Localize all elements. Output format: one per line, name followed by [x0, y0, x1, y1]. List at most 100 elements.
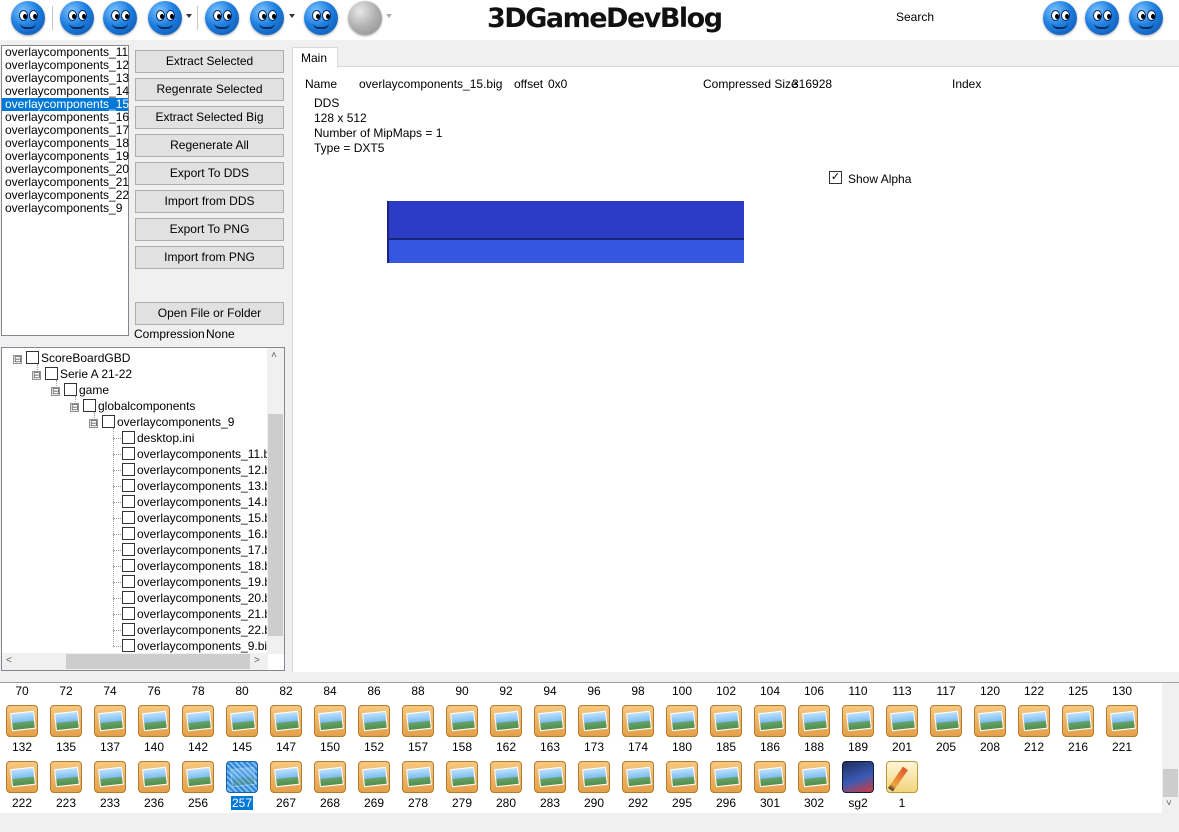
tree-checkbox[interactable]	[122, 431, 135, 444]
thumbnail-label[interactable]: 295	[660, 796, 704, 810]
tree-node-file[interactable]: overlaycomponents_15.big	[122, 510, 280, 526]
regenerate-all-button[interactable]: Regenerate All	[135, 134, 284, 157]
thumbnail-label[interactable]: 113	[880, 684, 924, 698]
tree-node-file[interactable]: overlaycomponents_12.big	[122, 462, 280, 478]
thumbnail-label[interactable]: 72	[44, 684, 88, 698]
image-file-icon[interactable]	[402, 705, 434, 737]
angry-smiley-icon[interactable]	[304, 1, 338, 35]
thumbnail-label[interactable]: 292	[616, 796, 660, 810]
collapse-icon[interactable]: ⊟	[70, 403, 79, 412]
image-file-icon[interactable]	[446, 705, 478, 737]
thumbnail-label[interactable]: 120	[968, 684, 1012, 698]
tree-node-file[interactable]: overlaycomponents_11.big	[122, 446, 280, 462]
tree-checkbox[interactable]	[122, 511, 135, 524]
image-file-icon[interactable]	[270, 705, 302, 737]
thumbnail-label[interactable]: 174	[616, 740, 660, 754]
scrollbar-thumb[interactable]	[1163, 769, 1178, 797]
thumbnail-label[interactable]: 189	[836, 740, 880, 754]
scrollbar-thumb[interactable]	[66, 654, 250, 669]
image-file-icon[interactable]	[842, 705, 874, 737]
thumbnail-label[interactable]: 256	[176, 796, 220, 810]
thumbnail-label[interactable]: 130	[1100, 684, 1144, 698]
image-file-icon[interactable]	[1062, 705, 1094, 737]
image-file-icon[interactable]	[798, 705, 830, 737]
image-file-icon[interactable]	[754, 705, 786, 737]
image-file-icon[interactable]	[578, 705, 610, 737]
thumbnail-label[interactable]: 102	[704, 684, 748, 698]
thumbnail-label[interactable]: 279	[440, 796, 484, 810]
tree-checkbox[interactable]	[122, 479, 135, 492]
thumbnail-label[interactable]: 283	[528, 796, 572, 810]
chevron-down-icon[interactable]: ˅	[1166, 798, 1172, 810]
thumbnail-label[interactable]: 205	[924, 740, 968, 754]
thumbnail-label[interactable]: 221	[1100, 740, 1144, 754]
image-file-icon[interactable]	[358, 705, 390, 737]
tree-node-file[interactable]: overlaycomponents_14.big	[122, 494, 280, 510]
thumbnail-label[interactable]: 84	[308, 684, 352, 698]
tree-checkbox[interactable]	[122, 639, 135, 652]
thumbnail-label[interactable]: 122	[1012, 684, 1056, 698]
thumbnail-label[interactable]: 296	[704, 796, 748, 810]
thumbnail-label[interactable]: 125	[1056, 684, 1100, 698]
tree-node-file[interactable]: overlaycomponents_20.big	[122, 590, 280, 606]
thumbnail-label[interactable]: 150	[308, 740, 352, 754]
image-file-icon[interactable]	[182, 761, 214, 793]
thumbnail-label[interactable]: 106	[792, 684, 836, 698]
tree-node-root[interactable]: ⊟ ScoreBoardGBD	[13, 350, 130, 366]
open-file-button[interactable]: Open File or Folder	[135, 302, 284, 325]
tree-checkbox[interactable]	[122, 623, 135, 636]
tree-checkbox[interactable]	[122, 447, 135, 460]
image-file-icon[interactable]	[314, 705, 346, 737]
thumbnail-label[interactable]: 267	[264, 796, 308, 810]
image-file-icon[interactable]	[402, 761, 434, 793]
thumbnail-label[interactable]: 137	[88, 740, 132, 754]
thumbnail-label[interactable]: 236	[132, 796, 176, 810]
image-file-icon[interactable]	[710, 705, 742, 737]
thumbnail-label[interactable]: 86	[352, 684, 396, 698]
tree-checkbox[interactable]	[122, 591, 135, 604]
image-file-icon[interactable]	[622, 761, 654, 793]
thumbnail-label[interactable]: 186	[748, 740, 792, 754]
thumbnail-label[interactable]: 70	[0, 684, 44, 698]
thumbnail-label[interactable]: 117	[924, 684, 968, 698]
tongue-smiley-icon[interactable]	[1085, 1, 1119, 35]
thumbnail-label[interactable]: 92	[484, 684, 528, 698]
image-file-icon[interactable]	[534, 705, 566, 737]
thumbnail-label[interactable]: 162	[484, 740, 528, 754]
collapse-icon[interactable]: ⊟	[51, 387, 60, 396]
tree-node-season[interactable]: ⊟ Serie A 21-22	[32, 366, 132, 382]
image-file-icon[interactable]	[534, 761, 566, 793]
thumbnail-vertical-scrollbar[interactable]: ˅	[1162, 683, 1179, 814]
notepad-icon[interactable]	[886, 761, 918, 793]
thumbnail-label[interactable]: 216	[1056, 740, 1100, 754]
grinning-smiley-icon[interactable]	[1129, 1, 1163, 35]
show-alpha-checkbox[interactable]: ✓	[829, 171, 842, 184]
image-file-icon[interactable]	[1106, 705, 1138, 737]
image-file-icon[interactable]	[490, 705, 522, 737]
tree-checkbox[interactable]	[122, 607, 135, 620]
thumbnail-label[interactable]: sg2	[836, 796, 880, 810]
thumbnail-label[interactable]: 201	[880, 740, 924, 754]
winking-smiley-icon[interactable]	[250, 1, 284, 35]
import-png-button[interactable]: Import from PNG	[135, 246, 284, 269]
thumbnail-label[interactable]: 290	[572, 796, 616, 810]
nervous-smiley-icon[interactable]	[148, 1, 182, 35]
tree-checkbox[interactable]	[122, 575, 135, 588]
image-file-icon[interactable]	[666, 705, 698, 737]
tree-checkbox[interactable]	[122, 527, 135, 540]
thumbnail-label[interactable]: 80	[220, 684, 264, 698]
image-file-icon[interactable]	[270, 761, 302, 793]
thumbnail-label[interactable]: 188	[792, 740, 836, 754]
thumbnail-label[interactable]: 94	[528, 684, 572, 698]
tree-horizontal-scrollbar[interactable]: ˂ ˃	[2, 653, 268, 670]
thumbnail-label[interactable]: 135	[44, 740, 88, 754]
extract-selected-big-button[interactable]: Extract Selected Big	[135, 106, 284, 129]
image-file-icon[interactable]	[6, 761, 38, 793]
tree-node-file[interactable]: overlaycomponents_13.big	[122, 478, 280, 494]
tab-main[interactable]: Main	[292, 47, 338, 68]
collapse-icon[interactable]: ⊟	[32, 371, 41, 380]
tree-node-file[interactable]: overlaycomponents_21.big	[122, 606, 280, 622]
tree-checkbox[interactable]	[83, 399, 96, 412]
tree-checkbox[interactable]	[122, 559, 135, 572]
thumbnail-label[interactable]: 82	[264, 684, 308, 698]
